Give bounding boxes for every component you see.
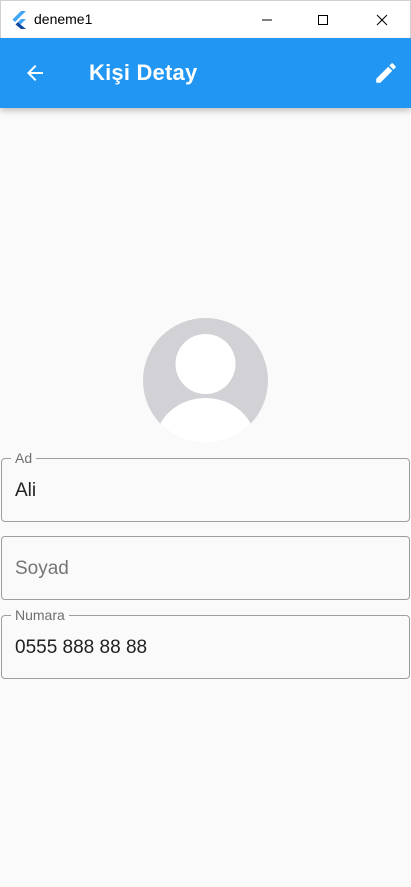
phone-number-value[interactable]: 0555 888 88 88 [15, 637, 147, 659]
back-button[interactable] [17, 55, 53, 91]
close-button[interactable] [359, 1, 405, 39]
edit-pencil-icon [376, 63, 396, 83]
edit-button[interactable] [368, 55, 404, 91]
maximize-icon [318, 15, 328, 25]
first-name-field[interactable]: Ad Ali [1, 450, 410, 522]
window-title: deneme1 [34, 11, 93, 27]
arrow-back-icon [27, 65, 43, 81]
app-bar: Kişi Detay [0, 38, 411, 108]
last-name-placeholder[interactable]: Soyad [15, 558, 69, 580]
phone-number-field[interactable]: Numara 0555 888 88 88 [1, 607, 410, 679]
last-name-field[interactable]: Soyad [1, 536, 410, 600]
minimize-button[interactable] [244, 1, 290, 39]
minimize-icon [262, 19, 272, 21]
page-title: Kişi Detay [89, 60, 198, 85]
maximize-button[interactable] [300, 1, 346, 39]
close-icon [376, 14, 388, 26]
person-placeholder-icon [143, 318, 268, 443]
avatar[interactable] [143, 318, 268, 443]
first-name-label: Ad [11, 450, 37, 466]
first-name-value[interactable]: Ali [15, 480, 36, 502]
flutter-logo-icon [12, 11, 26, 29]
phone-number-label: Numara [11, 607, 69, 623]
window-titlebar: deneme1 [0, 0, 411, 38]
